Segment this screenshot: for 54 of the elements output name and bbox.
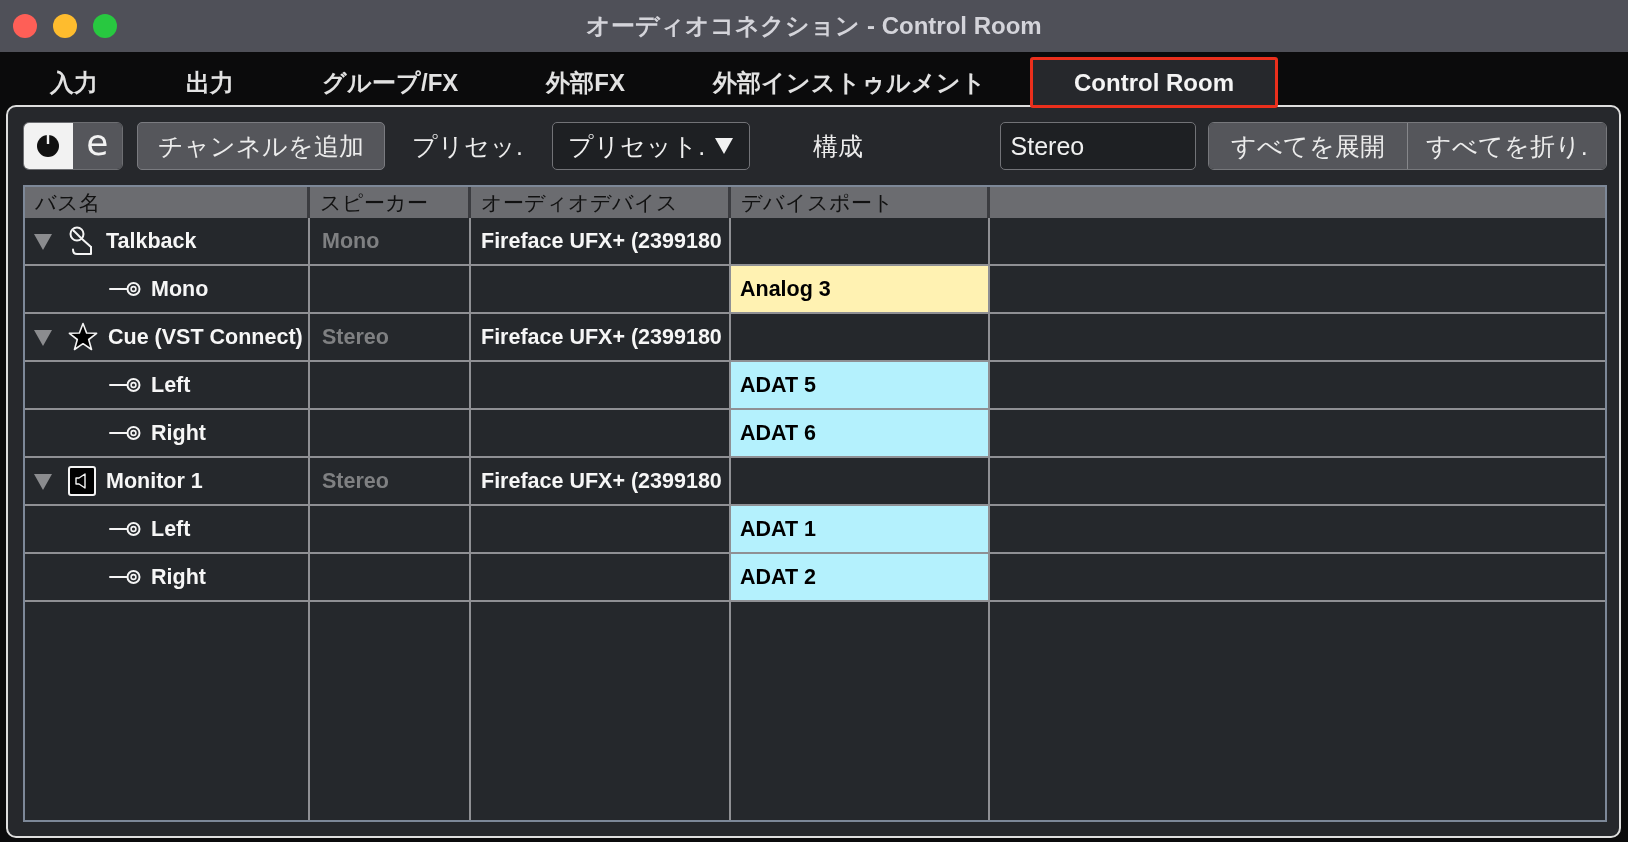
jack-icon	[109, 521, 141, 537]
tab[interactable]: 入力	[6, 57, 142, 108]
table-cell: Fireface UFX+ (2399180	[471, 314, 731, 360]
bus-name: Cue (VST Connect)	[108, 324, 303, 350]
port-cell[interactable]: ADAT 5	[731, 362, 988, 408]
table-cell: Stereo	[310, 314, 471, 360]
port-cell[interactable]: ADAT 6	[731, 410, 988, 456]
power-button[interactable]	[24, 123, 73, 169]
jack-icon	[109, 425, 141, 441]
jack-icon	[109, 281, 141, 297]
jack-icon	[109, 377, 141, 393]
column-header[interactable]: デバイスポート	[731, 187, 990, 218]
tab[interactable]: 外部FX	[502, 57, 669, 108]
channel-name: Left	[151, 516, 191, 542]
power-icon	[36, 134, 61, 158]
port-cell[interactable]: ADAT 2	[731, 554, 988, 600]
config-field[interactable]: Stereo	[999, 122, 1197, 170]
port-cell[interactable]: Analog 3	[731, 266, 988, 312]
table-cell: Fireface UFX+ (2399180	[471, 458, 731, 504]
table-cell: Fireface UFX+ (2399180	[471, 218, 731, 264]
collapse-triangle-icon[interactable]	[34, 232, 52, 250]
bus-name: Monitor 1	[106, 468, 203, 494]
collapse-triangle-icon[interactable]	[34, 472, 52, 490]
window-title: オーディオコネクション - Control Room	[586, 11, 1042, 41]
channel-name: Left	[151, 372, 191, 398]
expand-all-button[interactable]: すべてを展開	[1209, 123, 1407, 169]
speaker-icon	[68, 466, 96, 496]
collapse-triangle-icon[interactable]	[34, 328, 52, 346]
column-header[interactable]: バス名	[25, 187, 310, 218]
config-label: 構成	[812, 130, 863, 162]
column-header[interactable]: オーディオデバイス	[471, 187, 731, 218]
add-channel-button[interactable]: チャンネルを追加	[136, 122, 386, 170]
port-cell[interactable]: ADAT 1	[731, 506, 988, 552]
close-button[interactable]	[13, 14, 37, 38]
caret-icon	[715, 138, 734, 154]
tab[interactable]: Control Room	[1030, 57, 1278, 108]
channel-name: Right	[151, 420, 206, 446]
tab[interactable]: グループ/FX	[278, 57, 503, 108]
preset-label: プリセッ.	[412, 130, 524, 162]
star-icon	[68, 322, 98, 352]
table-cell: Stereo	[310, 458, 471, 504]
zoom-button[interactable]	[93, 14, 117, 38]
table-cell: Mono	[310, 218, 471, 264]
preset-dropdown[interactable]: プリセット.	[552, 122, 750, 170]
channel-name: Right	[151, 564, 206, 590]
tab[interactable]: 外部インストゥルメント	[669, 57, 1030, 108]
edit-button[interactable]: e	[72, 123, 122, 169]
minimize-button[interactable]	[53, 14, 77, 38]
jack-icon	[109, 569, 141, 585]
collapse-all-button[interactable]: すべてを折り.	[1406, 123, 1606, 169]
tab[interactable]: 出力	[142, 57, 278, 108]
column-header[interactable]: スピーカー	[310, 187, 471, 218]
channel-name: Mono	[151, 276, 209, 302]
bus-name: Talkback	[106, 228, 197, 254]
